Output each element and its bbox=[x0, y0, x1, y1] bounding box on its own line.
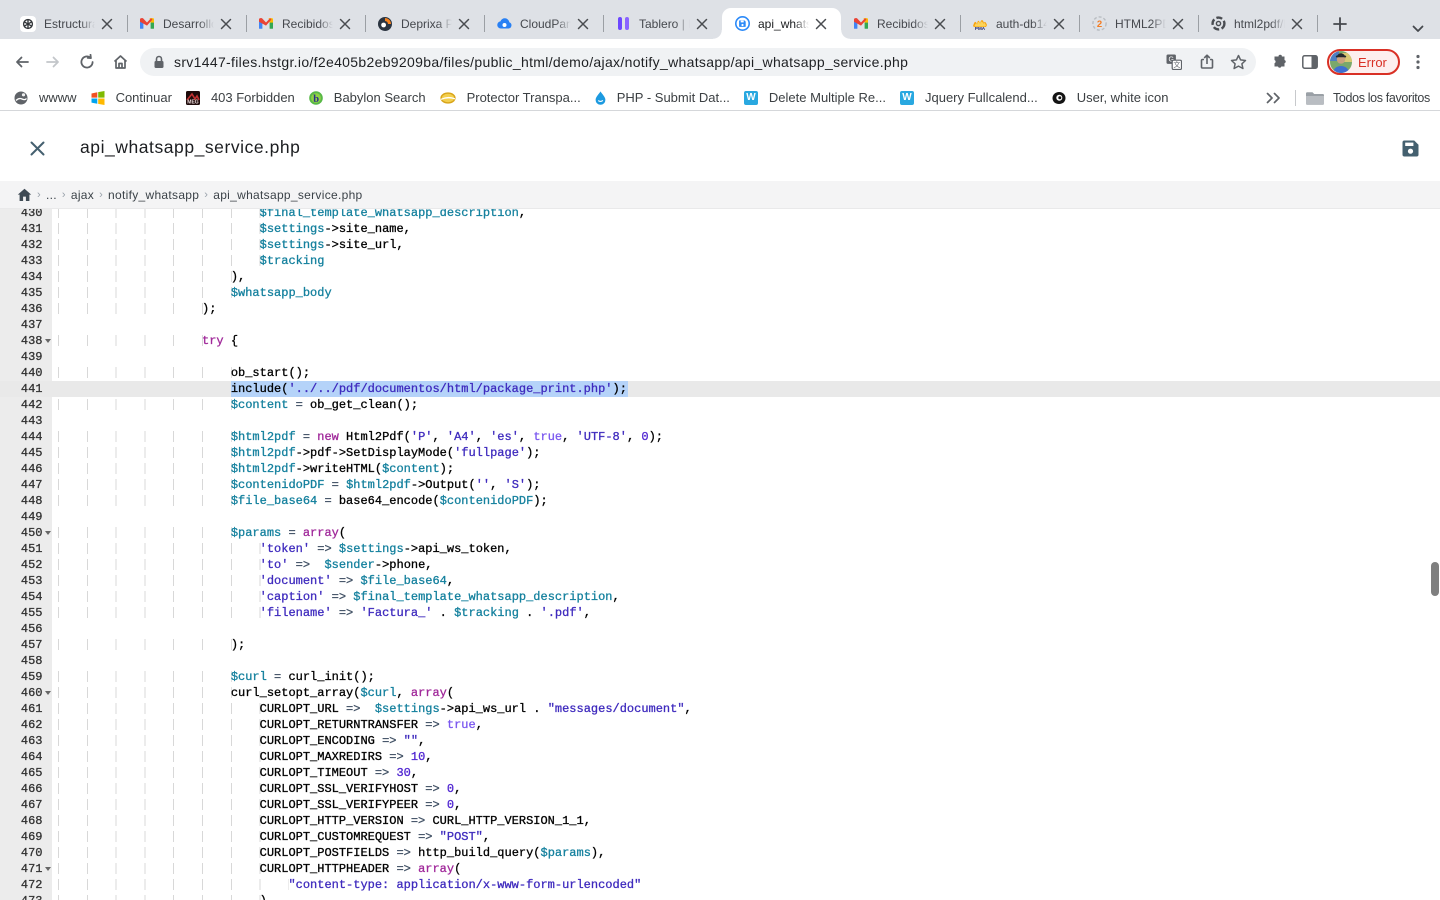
svg-text:2: 2 bbox=[1096, 19, 1101, 30]
svg-text:MEG: MEG bbox=[187, 99, 199, 105]
svg-text:文: 文 bbox=[1173, 60, 1180, 69]
svg-text:PMA: PMA bbox=[975, 26, 986, 30]
svg-text:b: b bbox=[313, 94, 319, 105]
